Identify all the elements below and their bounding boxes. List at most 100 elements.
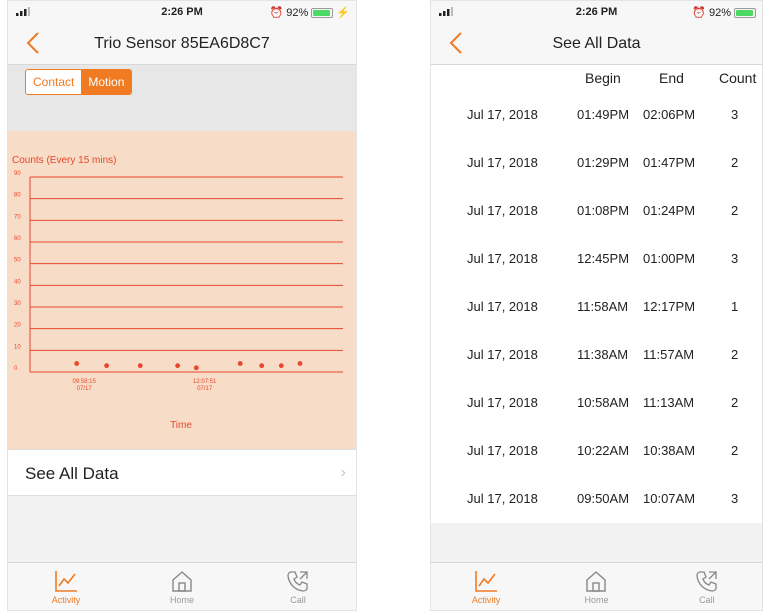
battery-status: ⏰ 92% ⚡ [269,6,350,20]
chart-svg: Counts (Every 15 mins) 0 10 20 30 40 50 60 70 80 9… [12,155,343,431]
row-count: 2 [731,347,739,362]
row-begin: 10:58AM [577,395,630,410]
row-count: 2 [731,443,739,458]
see-all-data-label: See All Data [25,464,119,483]
row-end: 10:07AM [643,491,696,506]
row-end: 12:17PM [643,299,696,314]
column-end: End [659,70,684,86]
y-tick-label: 60 [14,236,21,242]
chevron-right-icon: › [340,464,346,481]
y-tick-label: 70 [14,214,21,220]
x-axis-label: Time [170,420,192,431]
row-date: Jul 17, 2018 [467,107,538,122]
y-tick-label: 0 [14,366,18,372]
x-tick-label: 12:07:51 [193,379,217,385]
row-date: Jul 17, 2018 [467,155,538,170]
alarm-icon: ⏰ [269,7,284,19]
row-end: 02:06PM [643,107,696,122]
data-point [74,361,80,366]
segment-motion[interactable]: Motion [81,70,132,94]
data-point [297,361,303,366]
row-count: 3 [731,107,739,122]
y-tick-label: 10 [14,344,21,350]
tab-label: Call [699,595,715,605]
row-begin: 10:22AM [577,443,630,458]
tab-call[interactable]: Call [652,563,762,610]
tab-home[interactable]: Home [124,563,240,610]
alarm-icon: ⏰ [692,7,706,19]
table-row: Jul 17, 2018 11:58AM 12:17PM 1 [431,283,762,331]
row-begin: 12:45PM [577,251,630,266]
row-date: Jul 17, 2018 [467,395,538,410]
battery-percent: 92% [286,6,309,19]
table-row: Jul 17, 2018 11:38AM 11:57AM 2 [431,331,762,379]
segment-bar: Contact Motion [8,65,356,111]
contact-motion-segment: Contact Motion [25,69,133,95]
row-end: 11:57AM [643,347,695,362]
see-all-data-row[interactable]: See All Data › [8,449,356,496]
chart-title: Counts (Every 15 mins) [12,155,116,166]
row-begin: 01:08PM [577,203,630,218]
tab-activity[interactable]: Activity [431,563,541,610]
y-tick-label: 30 [14,301,21,307]
data-point [259,363,265,369]
tab-label: Call [290,595,306,605]
nav-bar: Trio Sensor 85EA6D8C7 [8,23,356,65]
data-point [193,365,199,371]
battery-icon [311,7,334,18]
tab-home[interactable]: Home [541,563,651,610]
row-date: Jul 17, 2018 [467,347,538,362]
y-tick-label: 90 [14,171,21,177]
row-end: 01:24PM [643,203,696,218]
tab-bar: Activity Home Call [8,562,356,610]
row-count: 3 [731,251,739,266]
tab-label: Activity [51,595,81,605]
table-row: Jul 17, 2018 01:49PM 02:06PM 3 [431,91,762,139]
see-all-data-screen: 2:26 PM ⏰ 92% See All Data Begin End Cou… [430,0,763,611]
tab-label: Activity [471,595,501,605]
row-count: 2 [731,155,739,170]
divider-space [8,111,356,131]
status-bar: 2:26 PM ⏰ 92% ⚡ [8,1,356,23]
data-point [137,363,143,369]
data-table: Jul 17, 2018 01:49PM 02:06PM 3 Jul 17, 2018 0… [431,91,762,523]
table-row: Jul 17, 2018 12:45PM 01:00PM 3 [431,235,762,283]
battery-icon [734,7,756,18]
call-icon [287,571,308,592]
row-begin: 11:58AM [577,299,629,314]
row-count: 2 [731,203,739,218]
row-date: Jul 17, 2018 [467,443,538,458]
table-row: Jul 17, 2018 09:50AM 10:07AM 3 [431,475,762,523]
row-count: 3 [731,491,739,506]
row-begin: 11:38AM [577,347,629,362]
activity-icon [55,571,77,592]
column-count: Count [719,70,757,86]
column-begin: Begin [585,70,621,86]
home-icon [172,571,192,592]
x-tick-date: 07/17 [77,386,93,392]
row-date: Jul 17, 2018 [467,203,538,218]
x-tick-label: 09:58:15 [73,379,97,385]
tab-activity[interactable]: Activity [8,563,124,610]
activity-icon [475,571,498,592]
table-row: Jul 17, 2018 10:22AM 10:38AM 2 [431,427,762,475]
segment-contact[interactable]: Contact [26,70,82,94]
row-count: 2 [731,395,739,410]
row-date: Jul 17, 2018 [467,299,538,314]
data-point [104,363,110,369]
row-end: 01:00PM [643,251,696,266]
page-title: Trio Sensor 85EA6D8C7 [94,35,270,52]
tab-label: Home [584,595,609,605]
y-tick-label: 50 [14,258,21,264]
sensor-activity-screen: 2:26 PM ⏰ 92% ⚡ Trio Sensor 85EA6D8C7 Co… [7,0,357,611]
battery-status: ⏰ 92% [692,6,756,19]
status-bar: 2:26 PM ⏰ 92% [431,1,762,23]
data-point [278,363,284,369]
row-begin: 01:29PM [577,155,630,170]
tab-call[interactable]: Call [240,563,356,610]
table-row: Jul 17, 2018 01:29PM 01:47PM 2 [431,139,762,187]
row-count: 1 [731,299,739,314]
row-end: 10:38AM [643,443,696,458]
table-header: Begin End Count [431,65,762,91]
table-row: Jul 17, 2018 01:08PM 01:24PM 2 [431,187,762,235]
